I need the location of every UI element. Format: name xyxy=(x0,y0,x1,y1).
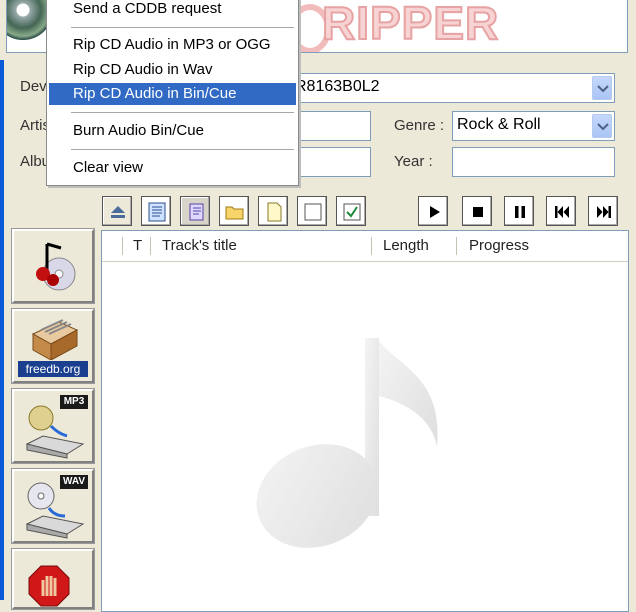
cd-music-button[interactable] xyxy=(11,228,95,304)
window-border xyxy=(0,0,4,600)
copy-button[interactable] xyxy=(180,196,210,226)
genre-label: Genre : xyxy=(394,117,445,134)
column-separator xyxy=(371,237,372,255)
freedb-button[interactable]: freedb.org xyxy=(11,308,95,384)
pause-icon xyxy=(515,206,525,218)
stop-icon xyxy=(473,207,483,217)
cd-text-icon xyxy=(148,202,166,222)
folder-icon xyxy=(225,206,244,220)
freedb-caption: freedb.org xyxy=(18,361,88,377)
menu-item-send-cddb-request[interactable]: Send a CDDB request xyxy=(49,0,296,20)
column-header-track-number[interactable]: T xyxy=(133,231,142,260)
uncheck-all-button[interactable] xyxy=(297,196,327,226)
new-file-icon xyxy=(267,202,282,222)
next-track-icon xyxy=(597,206,611,218)
column-separator xyxy=(456,237,457,255)
rip-mp3-button[interactable]: MP3 xyxy=(11,388,95,464)
open-folder-button[interactable] xyxy=(219,196,249,226)
device-label: Dev xyxy=(20,78,47,95)
artist-input[interactable] xyxy=(290,111,371,141)
album-input[interactable] xyxy=(290,147,371,177)
stop-button[interactable] xyxy=(462,196,492,226)
rip-wav-button[interactable]: WAV xyxy=(11,468,95,544)
device-select[interactable]: R8163B0L2 xyxy=(290,73,615,103)
column-separator xyxy=(150,237,151,255)
menu-separator xyxy=(71,112,294,113)
stop-hand-button[interactable] xyxy=(11,548,95,610)
stop-hand-icon xyxy=(28,565,70,607)
mp3-badge: MP3 xyxy=(60,395,88,409)
year-label: Year : xyxy=(394,153,433,170)
genre-value: Rock & Roll xyxy=(457,116,541,133)
copy-icon xyxy=(189,203,204,221)
pause-button[interactable] xyxy=(504,196,534,226)
uncheck-all-icon xyxy=(304,203,322,221)
menu-item-burn-bin-cue[interactable]: Burn Audio Bin/Cue xyxy=(49,120,296,142)
freedb-icon xyxy=(31,319,79,360)
new-file-button[interactable] xyxy=(258,196,288,226)
menu-item-rip-bin-cue[interactable]: Rip CD Audio in Bin/Cue xyxy=(49,83,296,105)
next-track-button[interactable] xyxy=(588,196,618,226)
eject-icon xyxy=(111,206,125,218)
context-menu: Send a CDDB request Rip CD Audio in MP3 … xyxy=(46,0,299,186)
eject-button[interactable] xyxy=(102,196,132,226)
previous-track-icon xyxy=(555,206,569,218)
track-list-header: T Track's title Length Progress xyxy=(102,231,628,262)
menu-item-rip-mp3-ogg[interactable]: Rip CD Audio in MP3 or OGG xyxy=(49,34,296,56)
chevron-down-icon[interactable] xyxy=(592,76,612,100)
column-separator xyxy=(122,237,123,255)
check-all-icon xyxy=(343,203,361,221)
menu-separator xyxy=(71,149,294,150)
column-header-title[interactable]: Track's title xyxy=(162,231,237,260)
column-header-length[interactable]: Length xyxy=(383,231,429,260)
chevron-down-icon[interactable] xyxy=(592,114,612,138)
genre-select[interactable]: Rock & Roll xyxy=(452,111,615,141)
menu-item-clear-view[interactable]: Clear view xyxy=(49,157,296,179)
menu-separator xyxy=(71,27,294,28)
brand-title: RIPPER xyxy=(321,0,500,50)
play-icon xyxy=(430,206,440,218)
cd-text-button[interactable] xyxy=(141,196,171,226)
device-value: R8163B0L2 xyxy=(295,78,380,95)
cd-music-icon xyxy=(36,242,76,291)
track-list[interactable]: T Track's title Length Progress xyxy=(101,230,629,612)
column-header-progress[interactable]: Progress xyxy=(469,231,529,260)
check-all-button[interactable] xyxy=(336,196,366,226)
wav-badge: WAV xyxy=(60,475,88,489)
year-input[interactable] xyxy=(452,147,615,177)
previous-track-button[interactable] xyxy=(546,196,576,226)
music-note-icon xyxy=(256,338,438,548)
play-button[interactable] xyxy=(418,196,448,226)
menu-item-rip-wav[interactable]: Rip CD Audio in Wav xyxy=(49,59,296,81)
